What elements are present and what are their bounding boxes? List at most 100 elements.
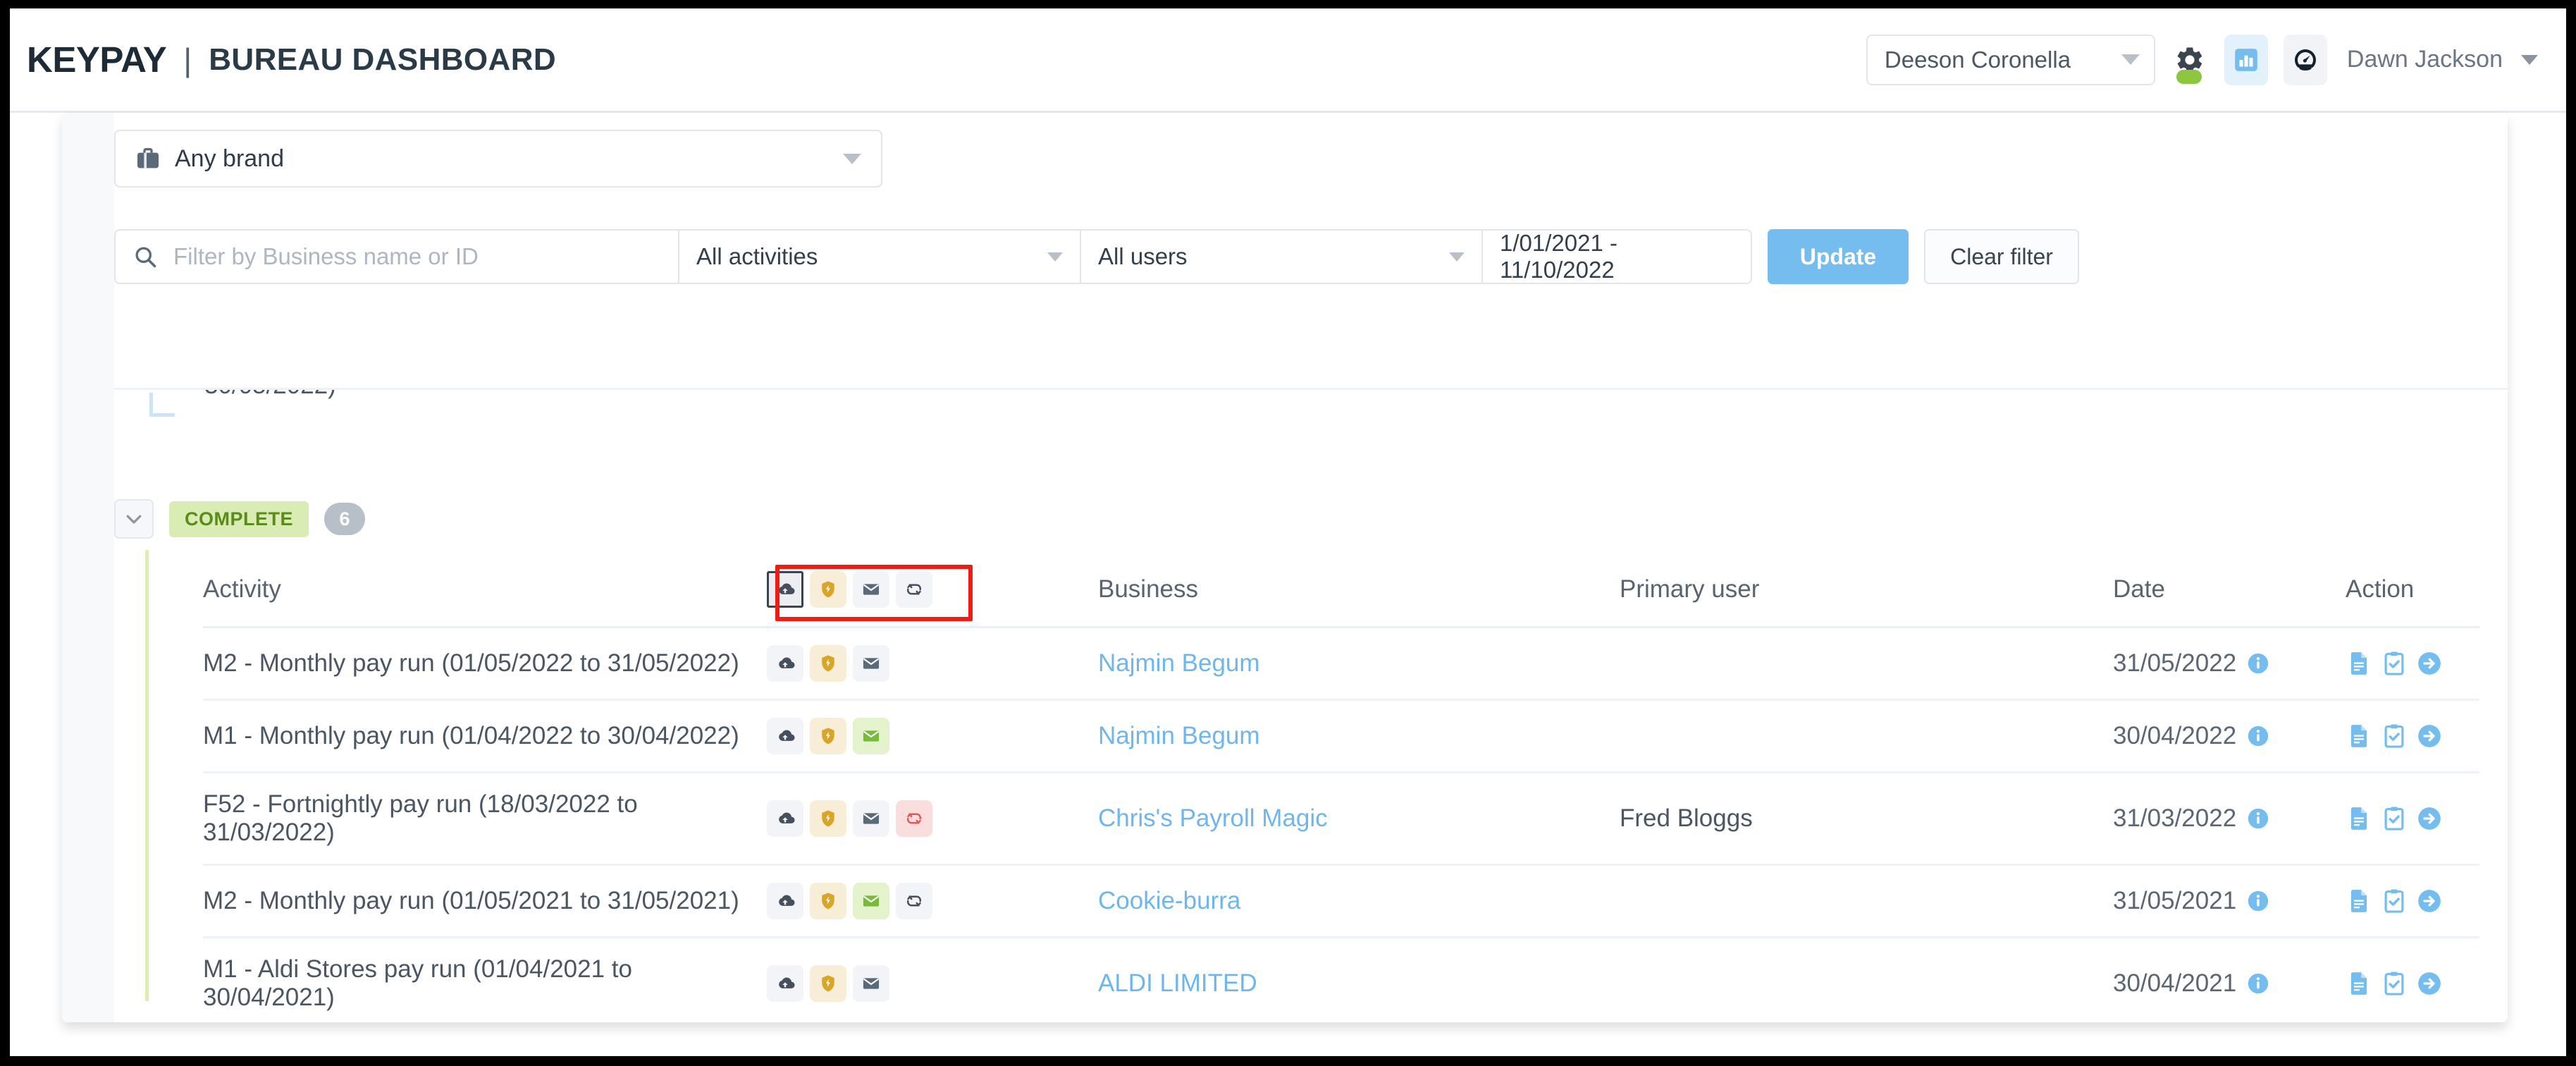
date-range-field[interactable]: 1/01/2021 - 11/10/2022 [1483,231,1751,283]
header-controls: Deeson Coronella Dawn Jackson [1866,34,2538,85]
info-icon[interactable] [2246,889,2270,913]
sync-icon[interactable] [896,571,932,608]
shield-icon[interactable] [810,883,846,919]
clipped-row-text: 30/05/2022) [204,390,336,400]
activities-table: Activity Business Primary user Date Acti… [203,557,2479,1022]
business-link[interactable]: Najmin Begum [1098,649,1260,677]
users-select-value: All users [1098,243,1188,269]
arrow-right-circle-icon[interactable] [2416,650,2443,677]
cell-date: 30/04/2021 [2113,937,2346,1022]
app-header: KEYPAY | BUREAU DASHBOARD Deeson Coronel… [10,8,2566,113]
row-action-group [2346,805,2479,832]
activities-select[interactable]: All activities [679,231,1081,283]
chevron-down-icon [126,515,142,524]
update-button[interactable]: Update [1768,229,1909,284]
arrow-right-circle-icon[interactable] [2416,723,2443,749]
document-icon[interactable] [2346,805,2372,832]
cloud-upload-icon[interactable] [767,800,803,837]
shield-icon[interactable] [810,571,846,608]
cell-business[interactable]: Cookie-burra [1098,864,1620,938]
envelope-icon[interactable] [853,883,889,919]
chevron-down-icon [1449,252,1465,262]
document-icon[interactable] [2346,970,2372,997]
screenshot-frame: KEYPAY | BUREAU DASHBOARD Deeson Coronel… [0,0,2576,1066]
sync-icon[interactable] [896,800,932,837]
business-link[interactable]: Najmin Begum [1098,722,1260,749]
column-header-status-icons [767,557,1098,628]
cloud-upload-icon[interactable] [767,965,803,1002]
status-icon-group [767,645,1098,682]
activities-table-body: M2 - Monthly pay run (01/05/2022 to 31/0… [203,627,2479,1022]
cloud-upload-icon[interactable] [767,883,803,919]
column-header-activity: Activity [203,557,767,628]
shield-icon[interactable] [810,645,846,682]
cell-status-icons [767,864,1098,938]
cloud-upload-icon[interactable] [767,645,803,682]
document-icon[interactable] [2346,650,2372,677]
date-text: 30/04/2021 [2113,969,2237,997]
cell-date: 31/03/2022 [2113,772,2346,866]
info-icon[interactable] [2246,724,2270,748]
cell-activity: M2 - Monthly pay run (01/05/2021 to 31/0… [203,864,767,938]
cell-business[interactable]: Chris's Payroll Magic [1098,772,1620,866]
cell-business[interactable]: ALDI LIMITED [1098,937,1620,1022]
user-menu-label[interactable]: Dawn Jackson [2347,46,2503,73]
table-row: M2 - Monthly pay run (01/05/2022 to 31/0… [203,627,2479,701]
business-link[interactable]: ALDI LIMITED [1098,969,1257,997]
arrow-right-circle-icon[interactable] [2416,970,2443,997]
envelope-icon[interactable] [853,800,889,837]
arrow-right-circle-icon[interactable] [2416,805,2443,832]
dashboard-card: Any brand Filter by Business name or ID … [62,113,2508,1022]
cloud-upload-icon[interactable] [767,571,803,608]
status-icon-group [767,800,1098,837]
table-row: M1 - Aldi Stores pay run (01/04/2021 to … [203,937,2479,1022]
group-collapse-toggle[interactable] [114,499,154,539]
info-icon[interactable] [2246,807,2270,831]
business-select[interactable]: Deeson Coronella [1866,34,2155,85]
clipboard-check-icon[interactable] [2381,970,2408,997]
info-icon[interactable] [2246,651,2270,675]
cell-business[interactable]: Najmin Begum [1098,627,1620,701]
info-icon[interactable] [2246,972,2270,995]
cell-activity: M1 - Monthly pay run (01/04/2022 to 30/0… [203,699,767,773]
users-select[interactable]: All users [1081,231,1483,283]
document-icon[interactable] [2346,723,2372,749]
business-link[interactable]: Cookie-burra [1098,887,1240,914]
envelope-icon[interactable] [853,965,889,1002]
date-text: 31/05/2022 [2113,649,2237,677]
cloud-upload-icon[interactable] [767,718,803,754]
brand-separator: | [183,41,192,78]
clipboard-check-icon[interactable] [2381,805,2408,832]
date-range-value: 1/01/2021 - 11/10/2022 [1500,230,1617,283]
clipboard-check-icon[interactable] [2381,888,2408,914]
sync-icon[interactable] [896,883,932,919]
chevron-down-icon[interactable] [2521,54,2538,65]
cell-business[interactable]: Najmin Begum [1098,699,1620,773]
clipboard-check-icon[interactable] [2381,650,2408,677]
reports-button[interactable] [2224,34,2268,85]
clear-filter-button[interactable]: Clear filter [1924,229,2079,284]
document-icon[interactable] [2346,888,2372,914]
business-search-field[interactable]: Filter by Business name or ID [116,231,679,283]
chevron-down-icon [843,153,861,164]
shield-icon[interactable] [810,800,846,837]
settings-button[interactable] [2171,35,2209,85]
clipboard-check-icon[interactable] [2381,723,2408,749]
cell-primary-user [1620,937,2113,1022]
envelope-icon[interactable] [853,571,889,608]
shield-icon[interactable] [810,718,846,754]
business-link[interactable]: Chris's Payroll Magic [1098,804,1328,832]
row-action-group [2346,650,2479,677]
column-header-primary-user: Primary user [1620,557,2113,628]
card-gutter [62,113,114,1022]
cell-action [2346,772,2479,866]
cell-primary-user [1620,864,2113,938]
dashboard-button[interactable] [2283,34,2327,85]
shield-icon[interactable] [810,965,846,1002]
arrow-right-circle-icon[interactable] [2416,888,2443,914]
brand-filter-select[interactable]: Any brand [114,130,882,188]
envelope-icon[interactable] [853,718,889,754]
table-row: F52 - Fortnightly pay run (18/03/2022 to… [203,772,2479,866]
clipped-previous-row: 30/05/2022) [114,388,2508,427]
envelope-icon[interactable] [853,645,889,682]
